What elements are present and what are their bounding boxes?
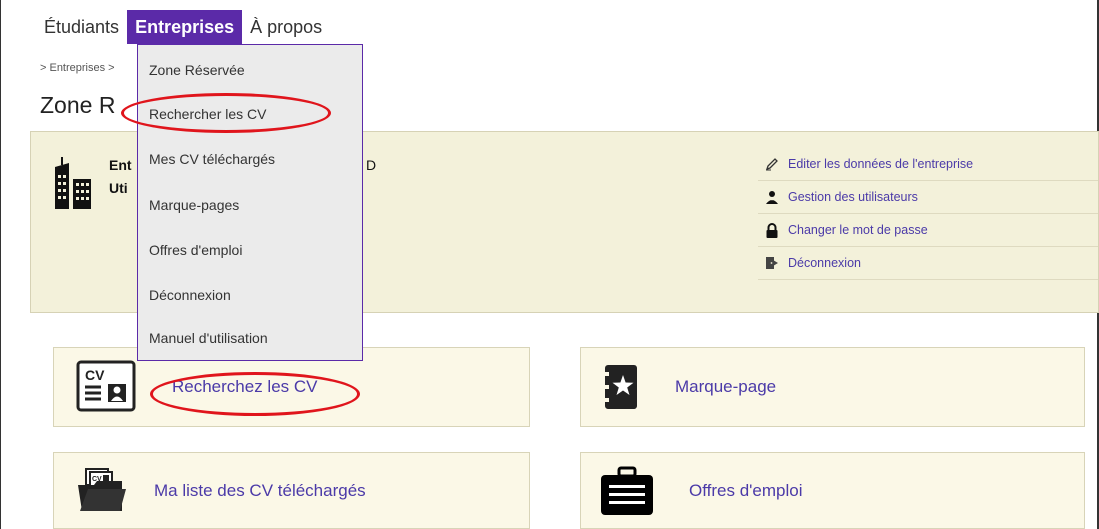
tile-search-cv-label: Recherchez les CV: [172, 377, 318, 396]
logout-link[interactable]: Déconnexion: [758, 247, 1098, 280]
logout-label: Déconnexion: [788, 256, 861, 270]
lock-icon: [764, 222, 780, 238]
manage-users-label: Gestion des utilisateurs: [788, 190, 918, 204]
tile-downloaded-cv-label: Ma liste des CV téléchargés: [154, 480, 366, 500]
window-border-left: [0, 0, 1, 529]
menu-item-rechercher-cv[interactable]: Rechercher les CV: [149, 106, 267, 122]
menu-item-manuel[interactable]: Manuel d'utilisation: [149, 330, 268, 346]
entreprises-dropdown-menu: Zone Réservée Rechercher les CV Mes CV t…: [137, 44, 363, 361]
menu-item-marque-pages[interactable]: Marque-pages: [149, 197, 239, 213]
breadcrumb[interactable]: > Entreprises >: [40, 62, 115, 74]
tile-job-offers-label: Offres d'emploi: [689, 480, 803, 500]
briefcase-icon: [601, 466, 653, 515]
company-id-trail: D: [366, 157, 377, 173]
menu-item-mes-cv[interactable]: Mes CV téléchargés: [149, 151, 275, 167]
manage-users-link[interactable]: Gestion des utilisateurs: [758, 181, 1098, 214]
menu-item-deconnexion[interactable]: Déconnexion: [149, 287, 231, 303]
bookmark-star-icon: [604, 365, 637, 409]
nav-etudiants[interactable]: Étudiants: [36, 10, 127, 44]
tile-downloaded-cv[interactable]: CV Ma liste des CV téléchargés: [53, 452, 530, 529]
change-password-link[interactable]: Changer le mot de passe: [758, 214, 1098, 247]
company-user-label: Uti: [109, 180, 128, 196]
tile-bookmarks-label: Marque-page: [675, 377, 777, 396]
change-password-label: Changer le mot de passe: [788, 223, 928, 237]
menu-item-zone-reservee[interactable]: Zone Réservée: [149, 62, 245, 78]
users-icon: [764, 189, 780, 205]
cv-folder-icon: CV: [78, 467, 126, 511]
tile-bookmarks[interactable]: Marque-page: [580, 347, 1085, 427]
edit-company-label: Editer les données de l'entreprise: [788, 157, 974, 171]
building-icon: [55, 157, 91, 209]
company-name-label: Ent: [109, 157, 132, 173]
cv-card-icon: CV: [76, 360, 136, 412]
menu-item-offres-emploi[interactable]: Offres d'emploi: [149, 242, 242, 258]
tile-job-offers[interactable]: Offres d'emploi: [580, 452, 1085, 529]
svg-text:CV: CV: [85, 367, 105, 383]
logout-icon: [764, 255, 780, 271]
nav-a-propos[interactable]: À propos: [242, 10, 330, 44]
edit-company-link[interactable]: Editer les données de l'entreprise: [758, 148, 1098, 181]
page-title: Zone R: [40, 92, 116, 118]
company-actions: Editer les données de l'entreprise Gesti…: [758, 148, 1098, 280]
nav-entreprises[interactable]: Entreprises: [127, 10, 243, 44]
pencil-icon: [764, 156, 780, 172]
top-nav: Étudiants Entreprises À propos: [36, 10, 330, 44]
